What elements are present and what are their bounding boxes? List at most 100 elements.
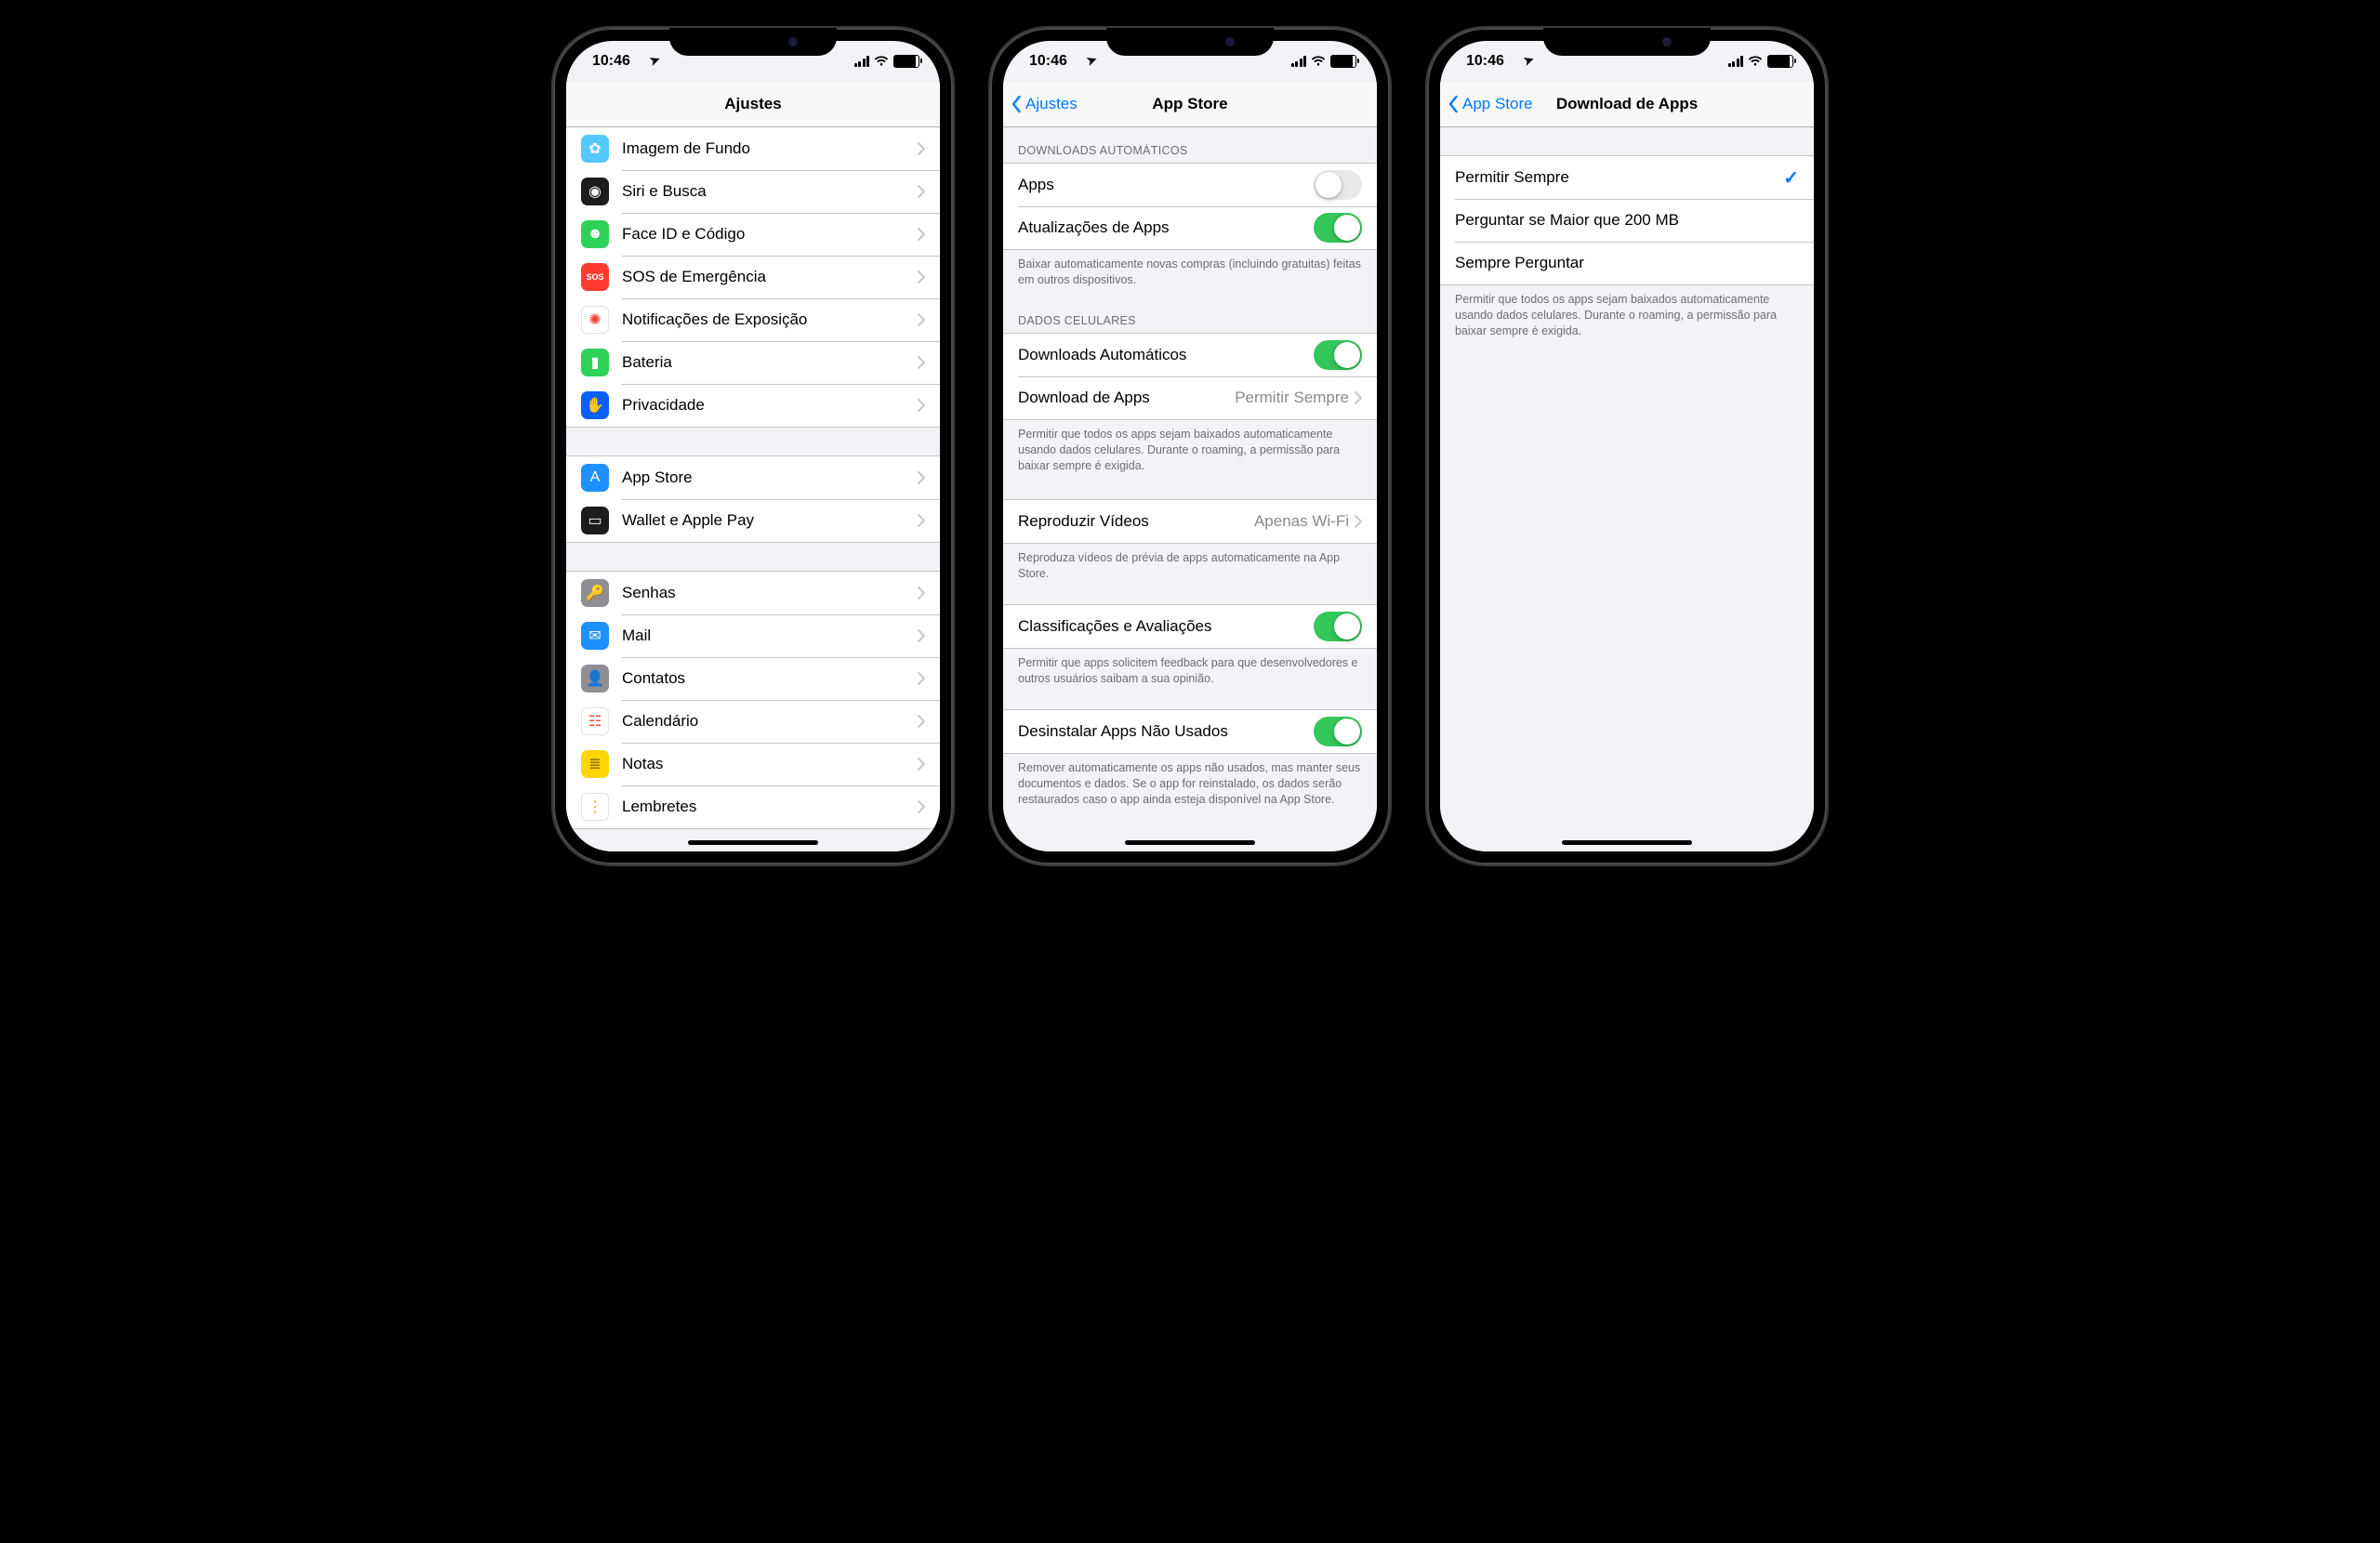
chevron-right-icon [1355,391,1362,404]
row-label: Apps [1018,176,1314,194]
settings-row-passwords[interactable]: 🔑Senhas [566,572,940,614]
settings-row-calendar[interactable]: ☷Calendário [566,700,940,743]
status-time: 10:46 [592,53,630,70]
chevron-left-icon [1448,95,1459,113]
section-header-auto-downloads: DOWNLOADS AUTOMÁTICOS [1003,127,1377,163]
wifi-icon [1311,56,1326,67]
home-indicator[interactable] [1125,840,1255,845]
settings-row-battery[interactable]: ▮Bateria [566,341,940,384]
home-indicator[interactable] [1562,840,1692,845]
footer-videos: Reproduza vídeos de prévia de apps autom… [1003,544,1377,591]
settings-row-siri[interactable]: ◉Siri e Busca [566,170,940,213]
checkmark-icon: ✓ [1783,166,1799,190]
settings-row-faceid[interactable]: ☻Face ID e Código [566,213,940,256]
settings-row-wallpaper[interactable]: ✿Imagem de Fundo [566,127,940,170]
battery-icon: ▮ [581,349,609,376]
back-button[interactable]: Ajustes [1011,95,1078,113]
phone-download-apps: 10:46 ➤ App Store Download de Apps Permi… [1427,28,1827,864]
nav-title: Ajustes [724,95,781,113]
row-label: Contatos [622,669,918,688]
privacy-icon: ✋ [581,391,609,419]
footer-offload: Remover automaticamente os apps não usad… [1003,754,1377,817]
option-askalways[interactable]: Sempre Perguntar [1440,242,1814,284]
wifi-icon [1748,56,1763,67]
back-button[interactable]: App Store [1448,95,1533,113]
battery-icon [1330,55,1356,68]
settings-row-exposure[interactable]: ✺Notificações de Exposição [566,298,940,341]
row-offload-unused: Desinstalar Apps Não Usados [1003,710,1377,753]
row-label: Mail [622,626,918,645]
toggle-apps[interactable] [1314,170,1362,200]
chevron-right-icon [918,142,925,155]
calendar-icon: ☷ [581,707,609,735]
row-label: Classificações e Avaliações [1018,617,1314,636]
chevron-right-icon [918,514,925,527]
settings-row-reminders[interactable]: ⋮ Lembretes [566,785,940,828]
chevron-right-icon [918,356,925,369]
settings-row-appstore[interactable]: AApp Store [566,456,940,499]
toggle-auto-downloads[interactable] [1314,340,1362,370]
settings-row-privacy[interactable]: ✋ Privacidade [566,384,940,427]
row-value: Apenas Wi-Fi [1254,512,1349,531]
settings-content[interactable]: ✿Imagem de Fundo◉Siri e Busca☻Face ID e … [566,127,940,851]
location-icon: ➤ [1085,52,1100,70]
toggle-ratings[interactable] [1314,612,1362,641]
row-label: Privacidade [622,396,918,415]
settings-row-wallet[interactable]: ▭ Wallet e Apple Pay [566,499,940,542]
nav-title: Download de Apps [1556,95,1698,113]
chevron-right-icon [918,399,925,412]
row-play-videos[interactable]: Reproduzir Vídeos Apenas Wi-Fi [1003,500,1377,543]
download-apps-content[interactable]: Permitir Sempre✓ Perguntar se Maior que 2… [1440,127,1814,851]
battery-icon [893,55,919,68]
option-label: Perguntar se Maior que 200 MB [1455,211,1799,230]
nav-title: App Store [1152,95,1227,113]
wallet-icon: ▭ [581,507,609,534]
chevron-right-icon [918,672,925,685]
phone-settings: 10:46 ➤ Ajustes ✿Imagem de Fundo◉Siri e … [553,28,953,864]
chevron-right-icon [918,715,925,728]
chevron-right-icon [918,471,925,484]
notes-icon: ≣ [581,750,609,778]
footer-cellular: Permitir que todos os apps sejam baixado… [1003,420,1377,483]
nav-bar: Ajustes App Store [1003,82,1377,127]
toggle-offload[interactable] [1314,717,1362,746]
chevron-right-icon [918,758,925,771]
back-label: Ajustes [1025,95,1078,113]
row-label: Face ID e Código [622,225,918,244]
row-auto-downloads: Downloads Automáticos [1003,334,1377,376]
section-header-cellular: DADOS CELULARES [1003,297,1377,333]
chevron-right-icon [918,800,925,813]
toggle-app-updates[interactable] [1314,213,1362,243]
wallpaper-icon: ✿ [581,135,609,163]
settings-row-mail[interactable]: ✉Mail [566,614,940,657]
home-indicator[interactable] [688,840,818,845]
settings-row-notes[interactable]: ≣Notas [566,743,940,785]
row-label: Lembretes [622,798,918,816]
row-label: SOS de Emergência [622,268,918,286]
row-apps: Apps [1003,164,1377,206]
reminders-icon: ⋮ [581,793,609,821]
row-label: App Store [622,468,918,487]
chevron-right-icon [918,270,925,284]
cell-signal-icon [854,56,870,67]
appstore-content[interactable]: DOWNLOADS AUTOMÁTICOS Apps Atualizações … [1003,127,1377,851]
settings-row-sos[interactable]: SOSSOS de Emergência [566,256,940,298]
row-app-updates: Atualizações de Apps [1003,206,1377,249]
row-label: Wallet e Apple Pay [622,511,918,530]
phone-appstore: 10:46 ➤ Ajustes App Store DOWNLOADS AUTO… [990,28,1390,864]
footer-ratings: Permitir que apps solicitem feedback par… [1003,649,1377,696]
row-app-downloads[interactable]: Download de Apps Permitir Sempre [1003,376,1377,419]
notch [1543,28,1711,56]
settings-row-contacts[interactable]: 👤 Contatos [566,657,940,700]
row-label: Download de Apps [1018,389,1235,407]
back-label: App Store [1462,95,1533,113]
row-label: Atualizações de Apps [1018,218,1314,237]
row-label: Desinstalar Apps Não Usados [1018,722,1314,741]
cell-signal-icon [1728,56,1744,67]
siri-icon: ◉ [581,178,609,205]
option-ask200[interactable]: Perguntar se Maior que 200 MB [1440,199,1814,242]
notch [1106,28,1274,56]
notch [669,28,837,56]
contacts-icon: 👤 [581,665,609,692]
option-always[interactable]: Permitir Sempre✓ [1440,156,1814,199]
